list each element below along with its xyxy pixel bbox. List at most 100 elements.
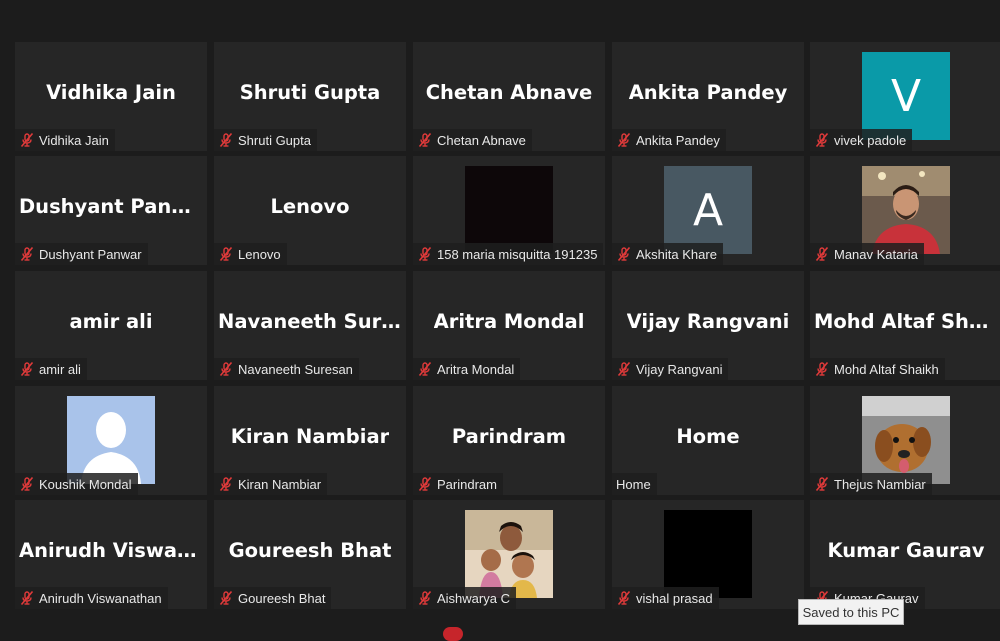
mic-muted-icon [19, 246, 35, 262]
participant-tile[interactable]: amir ali amir ali [15, 271, 207, 380]
mic-muted-icon [616, 132, 632, 148]
recording-indicator [443, 627, 463, 641]
participant-tile[interactable]: Kumar Gaurav Kumar Gaurav [810, 500, 1000, 609]
participant-tile[interactable]: Dushyant Panwar Dushyant Panwar [15, 156, 207, 265]
participant-name-label: Koushik Mondal [15, 473, 138, 495]
mic-muted-icon [616, 590, 632, 606]
participant-tile[interactable]: Parindram Parindram [413, 386, 605, 495]
participant-name: Kiran Nambiar [238, 476, 322, 492]
mic-muted-icon [218, 361, 234, 377]
video-feed [465, 166, 553, 254]
participant-tile[interactable]: A Akshita Khare [612, 156, 804, 265]
participant-name-label: 158 maria misquitta 191235 [413, 243, 604, 265]
participant-tile[interactable]: Chetan Abnave Chetan Abnave [413, 42, 605, 151]
initial-avatar: A [664, 166, 752, 254]
participant-name-label: vishal prasad [612, 587, 719, 609]
participant-name: Mohd Altaf Shaikh [834, 361, 939, 377]
participant-name: Vijay Rangvani [636, 361, 723, 377]
participant-name: Navaneeth Suresan [238, 361, 353, 377]
participant-name-label: Mohd Altaf Shaikh [810, 358, 945, 380]
participant-name: Lenovo [238, 246, 281, 262]
participant-name: Akshita Khare [636, 246, 717, 262]
mic-muted-icon [417, 590, 433, 606]
participant-name: Dushyant Panwar [39, 246, 142, 262]
participant-tile[interactable]: Home Home [612, 386, 804, 495]
participant-name: Aishwarya C [437, 590, 510, 606]
participant-name: vivek padole [834, 132, 907, 148]
participant-name-label: Akshita Khare [612, 243, 723, 265]
participant-name-label: Home [612, 473, 657, 495]
participant-name-label: Aritra Mondal [413, 358, 521, 380]
participant-name-label: Manav Kataria [810, 243, 924, 265]
participant-tile[interactable]: Vijay Rangvani Vijay Rangvani [612, 271, 804, 380]
participant-tile[interactable]: vishal prasad [612, 500, 804, 609]
participant-name-label: Parindram [413, 473, 503, 495]
mic-muted-icon [19, 361, 35, 377]
participant-tile[interactable]: Lenovo Lenovo [214, 156, 406, 265]
participant-name-label: Thejus Nambiar [810, 473, 932, 495]
participant-tile[interactable]: Thejus Nambiar [810, 386, 1000, 495]
participant-name-label: Aishwarya C [413, 587, 516, 609]
participant-name-label: Dushyant Panwar [15, 243, 148, 265]
participant-tile[interactable]: Koushik Mondal [15, 386, 207, 495]
profile-photo [862, 396, 950, 484]
participant-name-label: vivek padole [810, 129, 913, 151]
participant-name: Ankita Pandey [636, 132, 720, 148]
participant-name: 158 maria misquitta 191235 [437, 246, 598, 262]
participant-tile[interactable]: Shruti Gupta Shruti Gupta [214, 42, 406, 151]
mic-muted-icon [417, 361, 433, 377]
mic-muted-icon [19, 132, 35, 148]
participant-name: vishal prasad [636, 590, 713, 606]
mic-muted-icon [616, 246, 632, 262]
participant-name-label: Kiran Nambiar [214, 473, 328, 495]
participant-name: Aritra Mondal [437, 361, 515, 377]
participant-tile[interactable]: Mohd Altaf Shai... Mohd Altaf Shaikh [810, 271, 1000, 380]
mic-muted-icon [19, 590, 35, 606]
participant-tile[interactable]: Goureesh Bhat Goureesh Bhat [214, 500, 406, 609]
mic-muted-icon [19, 476, 35, 492]
saved-tooltip: Saved to this PC [798, 599, 904, 625]
mic-muted-icon [814, 246, 830, 262]
participant-name: Thejus Nambiar [834, 476, 926, 492]
participant-name-label: Vidhika Jain [15, 129, 115, 151]
participant-name: Parindram [437, 476, 497, 492]
mic-muted-icon [218, 132, 234, 148]
mic-muted-icon [218, 246, 234, 262]
default-avatar-icon [67, 396, 155, 484]
participant-name: Home [616, 476, 651, 492]
mic-muted-icon [417, 246, 433, 262]
participant-tile[interactable]: 158 maria misquitta 191235 [413, 156, 605, 265]
participant-tile[interactable]: Navaneeth Sure... Navaneeth Suresan [214, 271, 406, 380]
participant-tile[interactable]: Aishwarya C [413, 500, 605, 609]
participant-name: Goureesh Bhat [238, 590, 326, 606]
participant-tile[interactable]: Vvivek padole [810, 42, 1000, 151]
participant-tile[interactable]: Aritra Mondal Aritra Mondal [413, 271, 605, 380]
participant-name-label: Ankita Pandey [612, 129, 726, 151]
participant-tile[interactable]: Anirudh Viswan... Anirudh Viswanathan [15, 500, 207, 609]
participant-tile[interactable]: Kiran Nambiar Kiran Nambiar [214, 386, 406, 495]
participant-name-label: Lenovo [214, 243, 287, 265]
participant-name-label: amir ali [15, 358, 87, 380]
mic-muted-icon [218, 476, 234, 492]
participant-name-label: Navaneeth Suresan [214, 358, 359, 380]
profile-photo [465, 510, 553, 598]
profile-photo [862, 166, 950, 254]
participant-tile[interactable]: Vidhika Jain Vidhika Jain [15, 42, 207, 151]
mic-muted-icon [814, 361, 830, 377]
video-feed [664, 510, 752, 598]
participant-name-label: Shruti Gupta [214, 129, 317, 151]
participant-name-label: Vijay Rangvani [612, 358, 729, 380]
participant-name: amir ali [39, 361, 81, 377]
participant-name: Manav Kataria [834, 246, 918, 262]
participant-name-label: Anirudh Viswanathan [15, 587, 168, 609]
participant-name-label: Goureesh Bhat [214, 587, 332, 609]
participant-name: Koushik Mondal [39, 476, 132, 492]
mic-muted-icon [814, 132, 830, 148]
participant-tile[interactable]: Manav Kataria [810, 156, 1000, 265]
mic-muted-icon [417, 132, 433, 148]
participant-name-label: Chetan Abnave [413, 129, 532, 151]
mic-muted-icon [218, 590, 234, 606]
participant-tile[interactable]: Ankita Pandey Ankita Pandey [612, 42, 804, 151]
participant-name: Vidhika Jain [39, 132, 109, 148]
participant-gallery: Vidhika Jain Vidhika Jain Shruti Gupta Shru… [15, 42, 1000, 616]
